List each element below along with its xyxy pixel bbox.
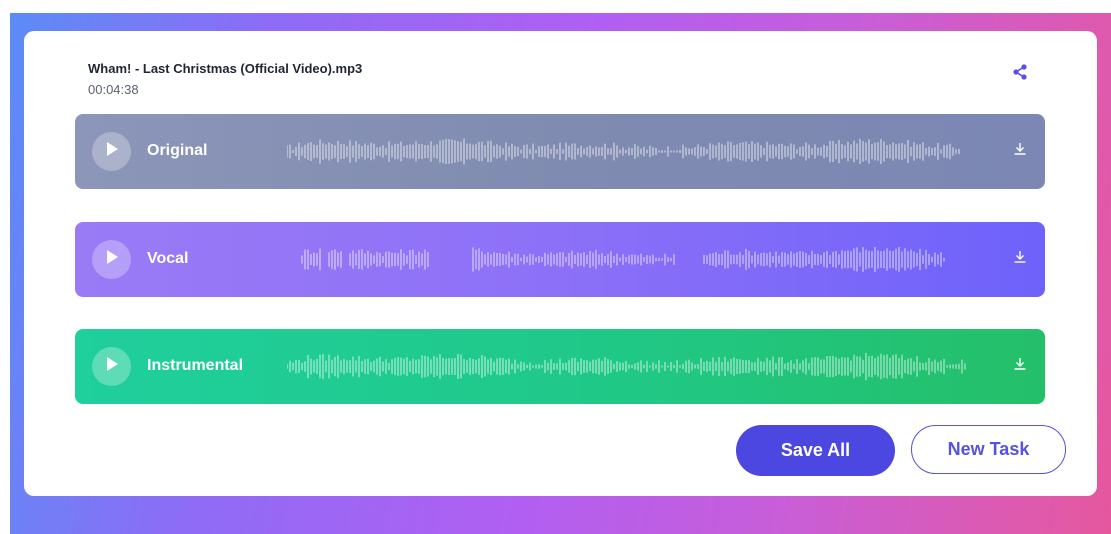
waveform-vocal[interactable] bbox=[287, 232, 967, 287]
save-all-button[interactable]: Save All bbox=[736, 425, 895, 476]
play-button-original[interactable] bbox=[92, 132, 131, 171]
download-button-original[interactable] bbox=[1009, 140, 1031, 162]
new-task-button[interactable]: New Task bbox=[911, 425, 1066, 474]
file-title: Wham! - Last Christmas (Official Video).… bbox=[88, 61, 363, 76]
play-icon bbox=[105, 141, 119, 162]
play-icon bbox=[105, 356, 119, 377]
track-original: Original bbox=[75, 114, 1045, 189]
play-button-vocal[interactable] bbox=[92, 240, 131, 279]
play-button-instrumental[interactable] bbox=[92, 347, 131, 386]
share-icon bbox=[1013, 63, 1027, 85]
play-icon bbox=[105, 249, 119, 270]
download-button-instrumental[interactable] bbox=[1009, 355, 1031, 377]
file-duration: 00:04:38 bbox=[88, 82, 139, 97]
waveform-original[interactable] bbox=[287, 124, 967, 179]
track-instrumental: Instrumental bbox=[75, 329, 1045, 404]
track-label-instrumental: Instrumental bbox=[147, 357, 244, 374]
track-label-vocal: Vocal bbox=[147, 250, 189, 267]
download-icon bbox=[1014, 250, 1026, 268]
download-button-vocal[interactable] bbox=[1009, 248, 1031, 270]
share-button[interactable] bbox=[1008, 62, 1032, 86]
download-icon bbox=[1014, 357, 1026, 375]
track-vocal: Vocal bbox=[75, 222, 1045, 297]
track-label-original: Original bbox=[147, 142, 208, 159]
download-icon bbox=[1014, 142, 1026, 160]
waveform-instrumental[interactable] bbox=[287, 339, 967, 394]
